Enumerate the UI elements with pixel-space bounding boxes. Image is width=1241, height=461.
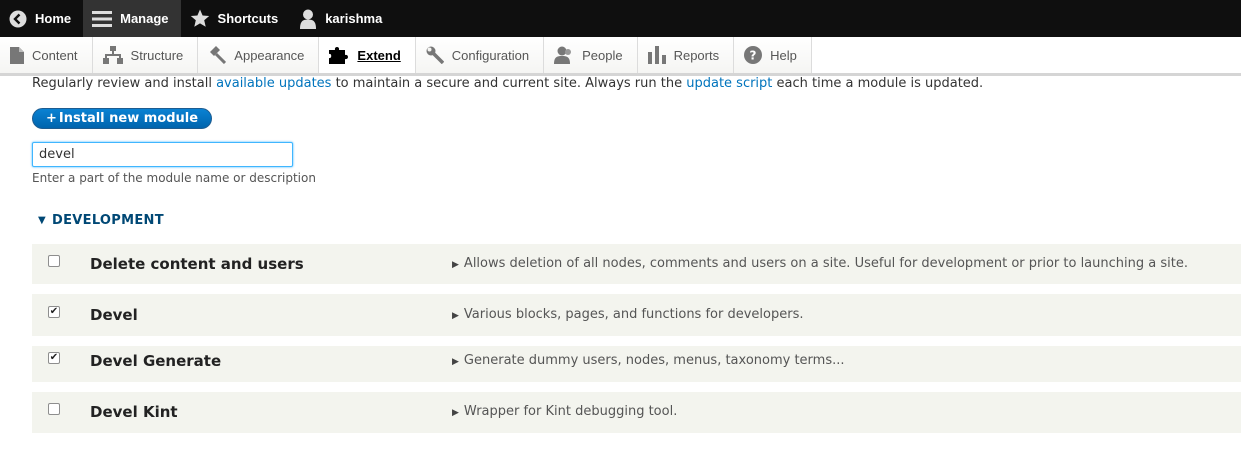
back-arrow-icon [9, 10, 27, 28]
tray-item-label: Help [770, 47, 797, 63]
filter-description: Enter a part of the module name or descr… [32, 171, 316, 185]
admin-toolbar: Home Manage Shortcuts karishma [0, 0, 1241, 37]
module-row-delete-content: Delete content and users ▶ Allows deletio… [32, 244, 1241, 284]
tray-item-appearance[interactable]: Appearance [198, 37, 320, 73]
tray-item-configuration[interactable]: Configuration [415, 37, 545, 73]
user-icon [299, 9, 317, 29]
module-name: Devel Kint [90, 403, 178, 421]
tray-item-label: Appearance [234, 47, 305, 63]
triangle-down-icon: ▼ [38, 215, 46, 226]
module-name: Devel Generate [90, 352, 222, 370]
toolbar-shortcuts-label: Shortcuts [217, 11, 279, 26]
module-description-toggle[interactable]: ▶ Generate dummy users, nodes, menus, tax… [452, 353, 845, 368]
triangle-right-icon: ▶ [452, 260, 459, 270]
module-name: Delete content and users [90, 255, 304, 273]
file-icon [10, 46, 24, 64]
admin-tray: Content Structure Appearance Extend Conf… [0, 37, 1241, 76]
install-new-module-label: Install new module [58, 111, 199, 126]
module-row-devel-generate: ✔ Devel Generate ▶ Generate dummy users, … [32, 346, 1241, 382]
install-new-module-button[interactable]: + Install new module [32, 108, 213, 129]
desc-text: to maintain a secure and current site. A… [331, 76, 687, 91]
wrench-icon [426, 46, 444, 64]
group-title: DEVELOPMENT [52, 213, 164, 228]
structure-icon [102, 46, 123, 64]
group-toggle-development[interactable]: ▼ DEVELOPMENT [38, 213, 164, 228]
module-filter-input[interactable] [32, 142, 293, 167]
tray-item-label: Reports [673, 47, 720, 63]
module-description-toggle[interactable]: ▶ Allows deletion of all nodes, comments … [452, 256, 1188, 271]
desc-text: Regularly review and install [32, 76, 217, 91]
help-icon: ? [744, 46, 763, 64]
hamburger-icon [92, 10, 113, 28]
triangle-right-icon: ▶ [452, 311, 459, 321]
svg-text:?: ? [750, 49, 757, 63]
update-script-link[interactable]: update script [686, 76, 772, 91]
plus-icon: + [46, 111, 57, 126]
tray-item-structure[interactable]: Structure [92, 37, 199, 73]
module-description-toggle[interactable]: ▶ Wrapper for Kint debugging tool. [452, 404, 677, 419]
tray-item-label: Extend [357, 47, 401, 63]
tray-item-label: Structure [130, 47, 184, 63]
star-icon [190, 9, 210, 28]
module-description: Allows deletion of all nodes, comments a… [463, 256, 1188, 271]
tray-item-extend[interactable]: Extend [319, 37, 416, 73]
toolbar-user-label: karishma [325, 11, 383, 26]
module-description: Various blocks, pages, and functions for… [463, 307, 804, 322]
toolbar-manage[interactable]: Manage [83, 0, 181, 37]
toolbar-user[interactable]: karishma [290, 0, 394, 37]
tray-item-content[interactable]: Content [0, 37, 93, 73]
tray-item-label: People [582, 47, 623, 63]
people-icon [554, 46, 574, 64]
triangle-right-icon: ▶ [452, 357, 459, 367]
toolbar-home-label: Home [35, 11, 72, 26]
tray-item-label: Configuration [451, 47, 530, 63]
toolbar-shortcuts[interactable]: Shortcuts [181, 0, 291, 37]
paint-brush-icon [208, 46, 227, 64]
module-checkbox[interactable] [48, 403, 60, 415]
toolbar-home[interactable]: Home [0, 0, 83, 37]
triangle-right-icon: ▶ [452, 408, 459, 418]
bar-chart-icon [647, 46, 666, 64]
tray-item-help[interactable]: ? Help [734, 37, 812, 73]
module-description-toggle[interactable]: ▶ Various blocks, pages, and functions fo… [452, 307, 803, 322]
available-updates-link[interactable]: available updates [216, 76, 331, 91]
tray-item-people[interactable]: People [544, 37, 638, 73]
module-description: Generate dummy users, nodes, menus, taxo… [463, 353, 845, 368]
module-checkbox[interactable]: ✔ [48, 306, 60, 318]
desc-text: each time a module is updated. [772, 76, 984, 91]
tray-item-label: Content [32, 47, 78, 63]
page-description: Regularly review and install available u… [32, 76, 983, 91]
module-checkbox[interactable]: ✔ [48, 352, 60, 364]
puzzle-icon [329, 46, 349, 64]
module-checkbox[interactable] [48, 255, 60, 267]
module-row-devel-kint: Devel Kint ▶ Wrapper for Kint debugging t… [32, 392, 1241, 433]
tray-item-reports[interactable]: Reports [637, 37, 735, 73]
module-description: Wrapper for Kint debugging tool. [463, 404, 678, 419]
module-row-devel: ✔ Devel ▶ Various blocks, pages, and func… [32, 294, 1241, 336]
toolbar-manage-label: Manage [120, 11, 169, 26]
module-name: Devel [90, 306, 138, 324]
